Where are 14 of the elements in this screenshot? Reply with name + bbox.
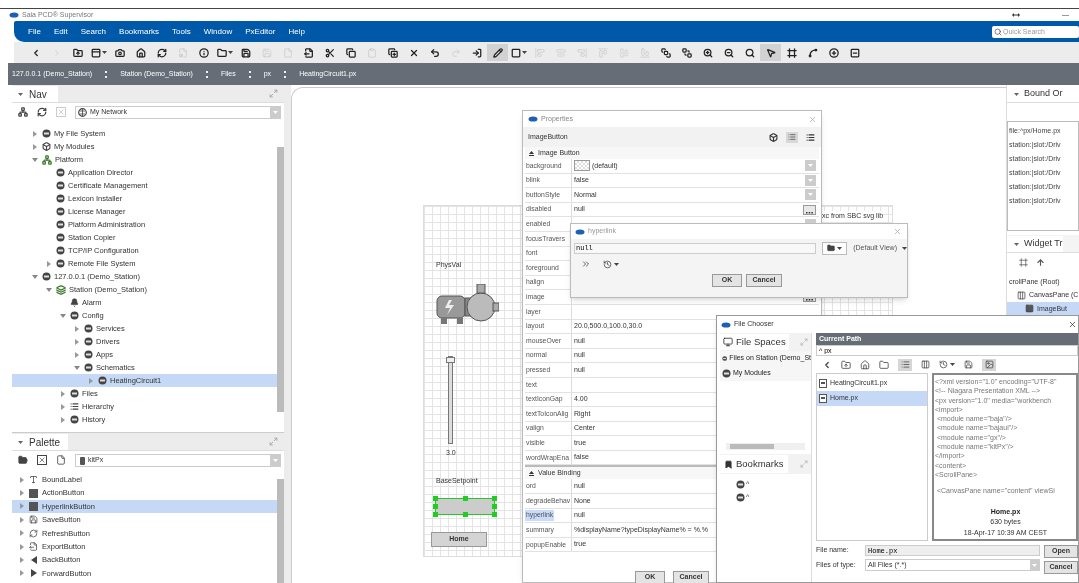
menu-item[interactable]: Search xyxy=(80,25,107,38)
panel-tab[interactable]: Bound Or xyxy=(1007,86,1063,102)
menu-item[interactable]: Help xyxy=(288,25,305,38)
panel-tab[interactable]: Palette xyxy=(12,434,68,450)
menu-item[interactable]: Window xyxy=(203,25,233,38)
panel-tab[interactable]: File Spaces xyxy=(720,334,789,350)
panel-tab[interactable]: Nav xyxy=(12,86,58,102)
menu-item[interactable]: PxEditor xyxy=(245,25,276,38)
panel-tab[interactable]: Widget Tr xyxy=(1007,236,1063,252)
menu-item[interactable]: File xyxy=(28,25,41,38)
menu-item[interactable]: Tools xyxy=(172,25,191,38)
panel-tab[interactable]: Bookmarks xyxy=(720,455,788,473)
menu-item[interactable]: Edit xyxy=(53,25,68,38)
menu-item[interactable]: Bookmarks xyxy=(119,25,160,38)
